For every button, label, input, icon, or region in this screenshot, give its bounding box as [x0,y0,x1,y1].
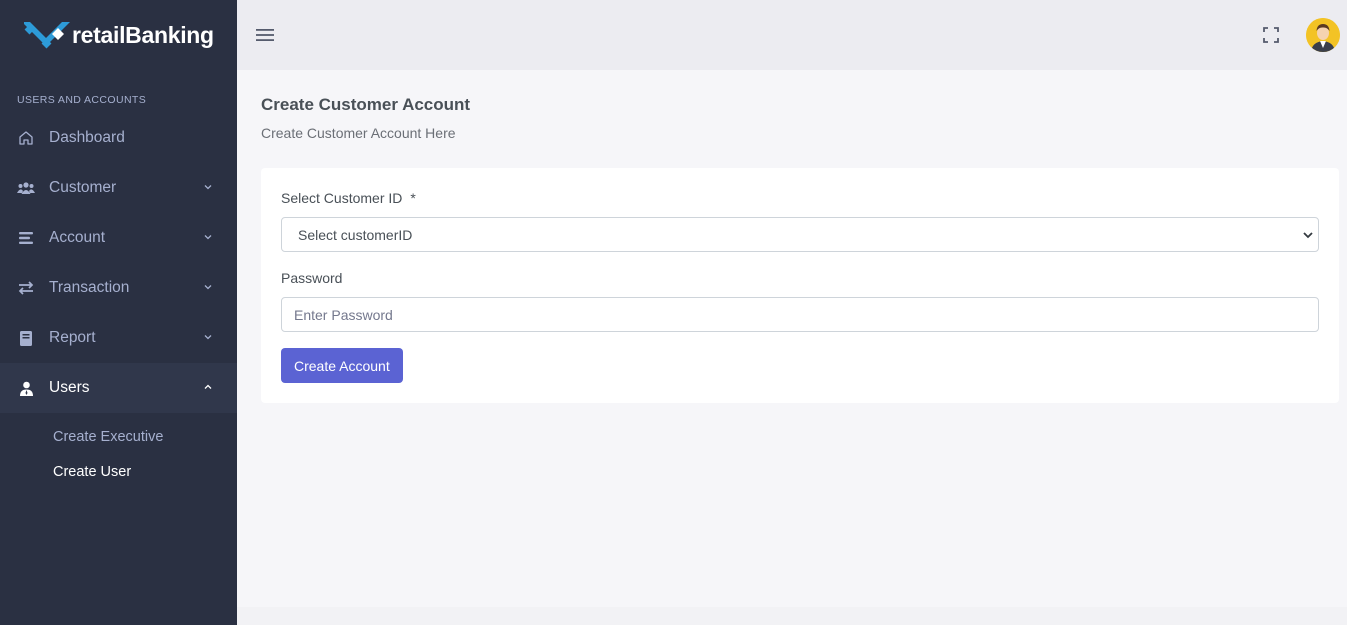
required-mark: * [410,190,416,206]
sidebar-item-report[interactable]: Report [0,313,237,363]
customer-id-select[interactable]: Select customerID [281,217,1319,252]
menu-section-title: USERS AND ACCOUNTS [17,94,147,106]
chevron-down-icon [204,185,212,190]
footer [237,607,1347,625]
sidebar-item-label: Report [49,329,96,346]
create-account-card: Select Customer ID * Select customerID Pa… [261,168,1339,403]
transfer-arrows-icon [17,279,35,297]
page-subtitle: Create Customer Account Here [261,125,456,141]
topbar [237,0,1347,70]
fullscreen-icon[interactable] [1263,27,1279,43]
user-tie-icon [17,379,35,397]
brand-logo[interactable]: retailBanking [0,0,237,70]
chevron-down-icon [204,335,212,340]
hamburger-icon[interactable] [255,25,275,45]
password-input[interactable] [281,297,1319,332]
brand-logo-icon [24,22,70,49]
sidebar-item-label: Account [49,229,106,246]
home-icon [17,129,35,147]
create-account-button[interactable]: Create Account [281,348,403,383]
sidebar-item-customer[interactable]: Customer [0,163,237,213]
brand-name: retailBanking [72,21,214,48]
submenu-item-create-user[interactable]: Create User [0,454,237,489]
chevron-up-icon [204,384,212,389]
sidebar: retailBanking USERS AND ACCOUNTS Dashboa… [0,0,237,625]
page-title: Create Customer Account [261,95,471,114]
sidebar-item-account[interactable]: Account [0,213,237,263]
sidebar-item-label: Dashboard [49,129,125,146]
chevron-down-icon [204,235,212,240]
sidebar-item-users[interactable]: Users [0,363,237,413]
chevron-down-icon [204,285,212,290]
customer-id-label: Select Customer ID * [281,190,416,206]
submenu-item-create-executive[interactable]: Create Executive [0,419,237,454]
sidebar-item-label: Users [49,379,90,396]
sidebar-item-label: Transaction [49,279,130,296]
customer-id-selected-value: Select customerID [298,226,413,243]
users-group-icon [17,179,35,197]
sidebar-item-label: Customer [49,179,117,196]
users-submenu: Create Executive Create User [0,413,237,489]
password-label: Password [281,270,343,286]
chevron-down-icon [1303,232,1313,239]
user-avatar-icon[interactable] [1306,18,1340,52]
sidebar-item-transaction[interactable]: Transaction [0,263,237,313]
sidebar-item-dashboard[interactable]: Dashboard [0,113,237,163]
layers-icon [17,229,35,247]
sidebar-menu: Dashboard Customer Account Transaction R… [0,113,237,413]
book-icon [17,329,35,347]
customer-id-label-text: Select Customer ID [281,190,403,206]
